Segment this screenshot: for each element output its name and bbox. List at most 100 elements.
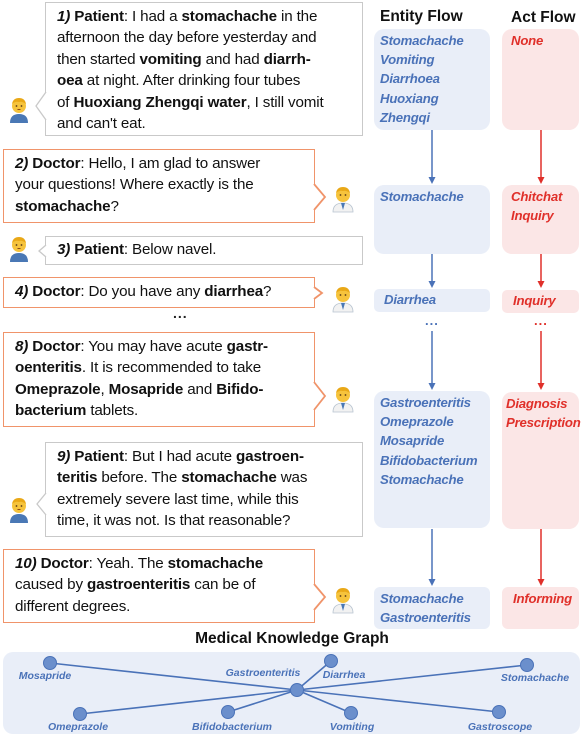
entity-mention: Doctor bbox=[32, 155, 81, 172]
entity-mention: gastroen- bbox=[236, 448, 304, 465]
turn-number: 3) bbox=[57, 241, 71, 258]
dialogue-turn-8: 8) Doctor: You may have acute gastr-oent… bbox=[3, 332, 315, 427]
dialogue-text: : I had a bbox=[123, 8, 182, 25]
dialogue-turn-9: 9) Patient: But I had acute gastroen-ter… bbox=[45, 442, 363, 537]
dialogue-line: stomachache? bbox=[15, 196, 306, 217]
dialogue-turn-3: 3) Patient: Below navel. bbox=[45, 236, 363, 265]
dialogue-line: 9) Patient: But I had acute gastroen- bbox=[57, 446, 354, 467]
dialogue-text: , bbox=[100, 380, 109, 398]
entity-step-5: Stomachache Gastroenteritis bbox=[374, 587, 490, 629]
entity-label: Diarrhea bbox=[384, 292, 436, 307]
entity-mention: oea bbox=[57, 72, 83, 90]
patient-avatar-icon bbox=[10, 498, 28, 523]
doctor-avatar-icon bbox=[332, 187, 354, 213]
bubble-tail bbox=[313, 381, 327, 411]
entity-mention: oenteritis bbox=[15, 359, 82, 377]
act-step-5: Informing bbox=[502, 587, 579, 629]
entity-mention: teritis bbox=[57, 469, 98, 487]
dialogue-text: time, it was not. Is that reasonable? bbox=[57, 512, 291, 530]
entity-mention: Huoxiang Zhengqi water bbox=[73, 93, 247, 111]
dialogue-text: ? bbox=[110, 197, 119, 215]
entity-label: Diarrhoea bbox=[380, 71, 440, 87]
act-label: None bbox=[511, 33, 544, 48]
entity-label: Stomachache bbox=[380, 471, 464, 487]
dialogue-line: afternoon the day before yesterday and bbox=[57, 27, 354, 48]
dialogue-line: your questions! Where exactly is the bbox=[15, 174, 306, 195]
entity-mention: diarrh- bbox=[263, 50, 311, 68]
entity-label: Stomachache bbox=[380, 591, 464, 606]
dialogue-ellipsis: ... bbox=[173, 305, 188, 321]
dialogue-text: : But I had acute bbox=[123, 448, 237, 465]
turn-number: 8) bbox=[15, 338, 29, 355]
dialogue-line: 1) Patient: I had a stomachache in the bbox=[57, 6, 354, 27]
dialogue-text: was bbox=[276, 469, 308, 487]
entity-mention: gastr- bbox=[226, 338, 268, 355]
act-label: Inquiry bbox=[513, 293, 556, 308]
dialogue-text: : You may have acute bbox=[80, 338, 227, 355]
entity-step-2: Stomachache bbox=[374, 185, 490, 254]
entity-flow-arrow-head bbox=[428, 579, 436, 586]
dialogue-line: caused by gastroenteritis can be of bbox=[15, 574, 306, 595]
act-flow-arrow-head bbox=[537, 177, 545, 184]
dialogue-text: . It is recommended to take bbox=[81, 359, 261, 377]
entity-label: Mosapride bbox=[380, 433, 445, 449]
dialogue-line: bacterium tablets. bbox=[15, 400, 306, 421]
entity-mention: Bifido- bbox=[216, 380, 264, 398]
entity-flow-title: Entity Flow bbox=[380, 8, 463, 25]
entity-mention: stomachache bbox=[15, 197, 111, 215]
dialogue-line: 4) Doctor: Do you have any diarrhea? bbox=[15, 281, 306, 302]
entity-mention: Doctor bbox=[32, 338, 81, 355]
act-label: Inquiry bbox=[511, 208, 554, 224]
entity-mention: Mosapride bbox=[108, 380, 184, 398]
act-flow-ellipsis: ... bbox=[534, 313, 548, 328]
entity-step-4: Gastroenteritis Omeprazole Mosapride Bifido… bbox=[374, 391, 490, 528]
act-label: Chitchat bbox=[511, 189, 563, 204]
dialogue-text: extremely severe last time, while this bbox=[57, 490, 299, 508]
act-flow-title: Act Flow bbox=[511, 9, 576, 26]
entity-flow-ellipsis: ... bbox=[425, 313, 439, 328]
dialogue-text: , I still vomit bbox=[246, 93, 324, 111]
dialogue-text: your questions! Where exactly is the bbox=[15, 176, 254, 194]
dialogue-text: ? bbox=[263, 283, 272, 300]
act-label: Informing bbox=[513, 591, 572, 606]
entity-mention: stomachache bbox=[181, 469, 277, 487]
dialogue-text: can be of bbox=[190, 576, 256, 594]
turn-number: 4) bbox=[15, 283, 29, 300]
entity-label: Stomachache bbox=[380, 33, 464, 48]
entity-flow-arrow-head bbox=[428, 177, 436, 184]
patient-avatar-icon bbox=[10, 237, 28, 262]
dialogue-text: caused by bbox=[15, 576, 87, 594]
dialogue-text: before. The bbox=[97, 469, 182, 487]
dialogue-text: of bbox=[57, 93, 74, 111]
entity-mention: Doctor bbox=[32, 283, 81, 300]
dialogue-text: tablets. bbox=[86, 402, 139, 420]
entity-mention: diarrhea bbox=[204, 283, 264, 300]
turn-number: 1) bbox=[57, 8, 71, 25]
entity-mention: bacterium bbox=[15, 402, 87, 420]
dialogue-line: 8) Doctor: You may have acute gastr- bbox=[15, 336, 306, 357]
dialogue-line: time, it was not. Is that reasonable? bbox=[57, 510, 354, 531]
dialogue-line: 10) Doctor: Yeah. The stomachache bbox=[15, 553, 306, 574]
act-step-2: Chitchat Inquiry bbox=[502, 185, 579, 254]
dialogue-line: 3) Patient: Below navel. bbox=[57, 239, 354, 260]
dialogue-text: : Hello, I am glad to answer bbox=[80, 155, 261, 172]
entity-mention: gastroenteritis bbox=[86, 576, 191, 594]
entity-mention: stomachache bbox=[167, 555, 264, 572]
entity-mention: Patient bbox=[74, 8, 124, 25]
dialogue-text: : Do you have any bbox=[80, 283, 205, 300]
dialogue-text: and bbox=[183, 380, 217, 398]
dialogue-line: then started vomiting and had diarrh- bbox=[57, 49, 354, 70]
doctor-avatar-icon bbox=[332, 387, 354, 413]
dialogue-text: at night. After drinking four tubes bbox=[82, 72, 301, 90]
entity-label: Huoxiang Zhengqi bbox=[380, 90, 439, 125]
dialogue-line: different degrees. bbox=[15, 596, 306, 617]
bubble-tail bbox=[313, 183, 327, 211]
dialogue-line: of Huoxiang Zhengqi water, I still vomit bbox=[57, 92, 354, 113]
entity-step-1: Stomachache Vomiting Diarrhoea Huoxiang Zhe… bbox=[374, 29, 490, 130]
bubble-tail bbox=[313, 583, 327, 611]
entity-mention: vomiting bbox=[139, 50, 202, 68]
dialogue-text: then started bbox=[57, 50, 140, 68]
dialogue-line: teritis before. The stomachache was bbox=[57, 467, 354, 488]
dialogue-text: and had bbox=[201, 50, 264, 68]
doctor-avatar-icon bbox=[332, 287, 354, 313]
